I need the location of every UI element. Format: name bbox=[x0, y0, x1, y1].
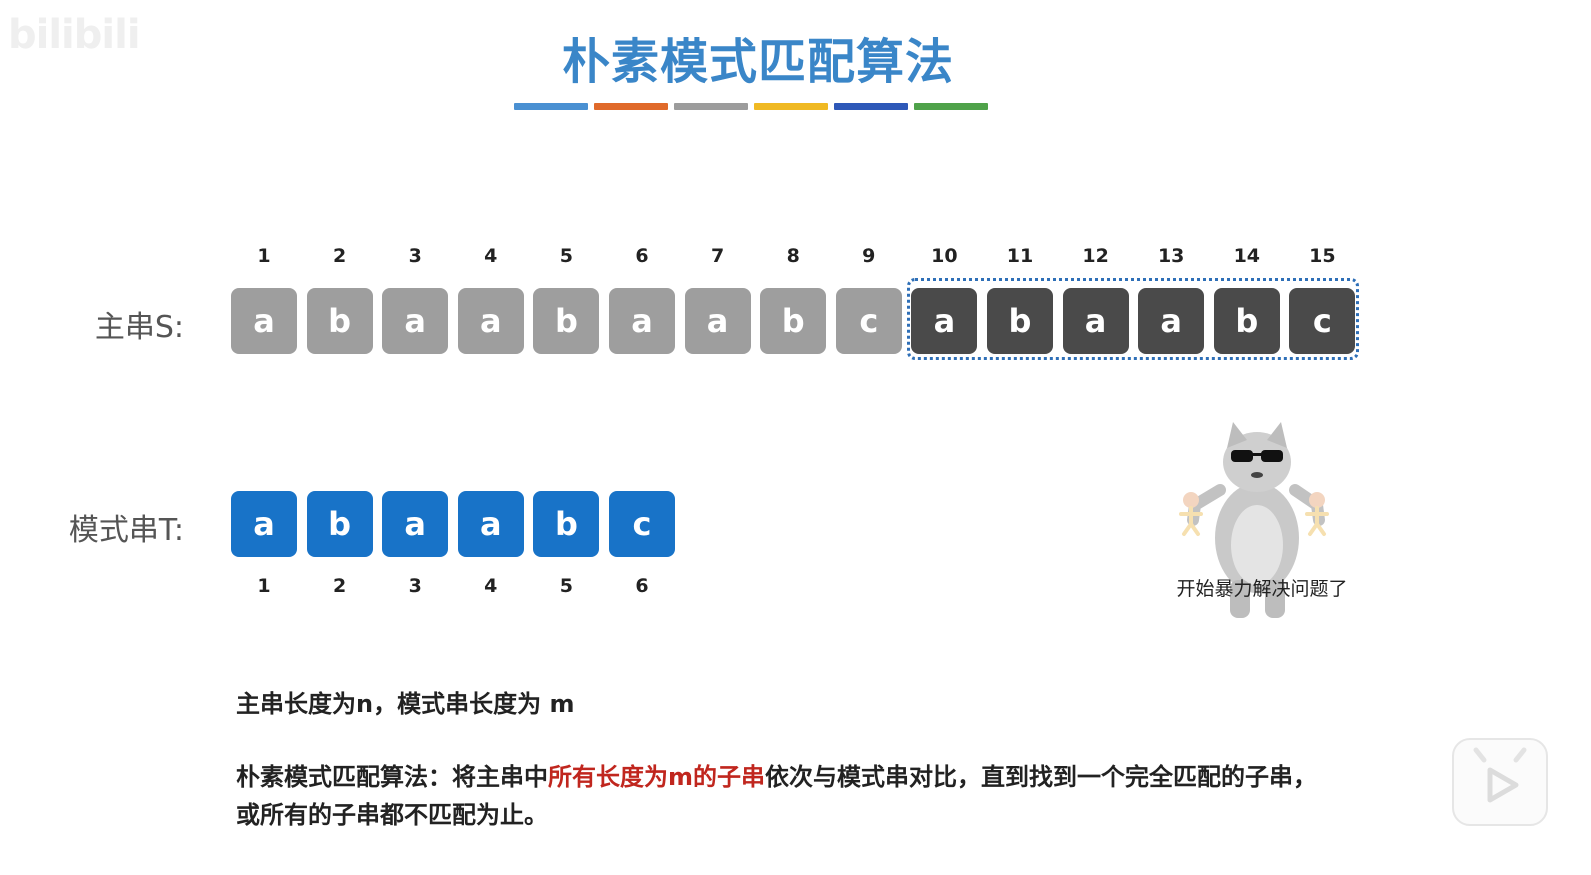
page-title: 朴素模式匹配算法 bbox=[561, 34, 954, 90]
title-color-bar bbox=[834, 103, 908, 110]
main-string-index: 9 bbox=[862, 245, 876, 267]
description-line-1: 主串长度为n，模式串长度为 m bbox=[236, 690, 575, 718]
main-string-index: 11 bbox=[1006, 245, 1034, 267]
title-color-bar bbox=[594, 103, 668, 110]
main-string-char-cell: b bbox=[1213, 288, 1280, 354]
main-string-cells: abaabaabcabaabc bbox=[231, 288, 1361, 354]
main-string-index: 10 bbox=[931, 245, 958, 267]
title-color-bar bbox=[914, 103, 988, 110]
main-string-index: 5 bbox=[559, 245, 573, 267]
title-color-bar bbox=[514, 103, 588, 110]
main-string-char-cell: a bbox=[684, 288, 751, 354]
pattern-string-index: 5 bbox=[559, 575, 573, 597]
description-line-2-part-2: 依次与模式串对比，直到找到一个完全匹配的子串， bbox=[765, 763, 1318, 791]
main-string-char-cell: a bbox=[382, 288, 449, 354]
main-string-char-cell: a bbox=[1062, 288, 1129, 354]
main-string-char-cell: c bbox=[1289, 288, 1356, 354]
title-color-bars bbox=[514, 103, 988, 110]
title-color-bar bbox=[754, 103, 828, 110]
main-string-char-cell: b bbox=[760, 288, 827, 354]
description-line-2: 朴素模式匹配算法：将主串中所有长度为m的子串依次与模式串对比，直到找到一个完全匹… bbox=[236, 757, 1451, 792]
main-string-char-cell: b bbox=[533, 288, 600, 354]
pattern-string-index: 3 bbox=[408, 575, 422, 597]
main-string-index: 1 bbox=[257, 245, 271, 267]
main-string-index: 7 bbox=[710, 245, 725, 267]
main-string-char-cell: b bbox=[306, 288, 373, 354]
main-string-char-cell: b bbox=[987, 288, 1053, 354]
main-string-char-cell: a bbox=[1138, 288, 1205, 354]
description-line-2-highlight: 所有长度为m的子串 bbox=[548, 763, 766, 791]
pattern-string-char-cell: c bbox=[609, 491, 675, 557]
main-string-index: 4 bbox=[484, 245, 498, 267]
pattern-string-index: 6 bbox=[635, 575, 649, 597]
pattern-string-char-cell: b bbox=[306, 491, 373, 557]
main-string-indices: 1 2 3 4 5 6 7 8 9 10 11 12 13 14 15 bbox=[231, 245, 1361, 267]
main-string-char-cell: a bbox=[609, 288, 675, 354]
main-string-index: 13 bbox=[1157, 245, 1185, 267]
pattern-string-label: 模式串T: bbox=[68, 513, 184, 548]
main-string-label: 主串S: bbox=[94, 310, 184, 345]
main-string-index: 14 bbox=[1233, 245, 1261, 267]
main-string-index: 12 bbox=[1082, 245, 1109, 267]
meme-caption: 开始暴力解决问题了 bbox=[1176, 578, 1348, 600]
pattern-string-cells: abaabc bbox=[231, 491, 681, 557]
main-string-char-cell: c bbox=[835, 288, 902, 354]
description-line-3: 或所有的子串都不匹配为止。 bbox=[236, 801, 548, 829]
play-icon bbox=[1473, 747, 1527, 803]
title-color-bar bbox=[674, 103, 748, 110]
main-string-index: 6 bbox=[635, 245, 649, 267]
main-string-index: 3 bbox=[408, 245, 422, 267]
pattern-string-index: 1 bbox=[257, 575, 271, 597]
video-play-button[interactable] bbox=[1452, 738, 1548, 826]
pattern-string-index: 4 bbox=[484, 575, 498, 597]
main-string-index: 8 bbox=[786, 245, 800, 267]
description-line-2-part-1: 朴素模式匹配算法：将主串中 bbox=[236, 763, 548, 791]
pattern-string-indices: 1 2 3 4 5 6 bbox=[231, 575, 681, 597]
pattern-string-char-cell: a bbox=[382, 491, 449, 557]
main-string-char-cell: a bbox=[231, 288, 297, 354]
pattern-string-char-cell: a bbox=[231, 491, 297, 557]
pattern-string-char-cell: b bbox=[533, 491, 600, 557]
main-string-char-cell: a bbox=[457, 288, 524, 354]
pattern-string-index: 2 bbox=[332, 575, 347, 597]
main-string-char-cell: a bbox=[911, 288, 978, 354]
main-string-index: 15 bbox=[1309, 245, 1336, 267]
pattern-string-char-cell: a bbox=[457, 491, 524, 557]
main-string-index: 2 bbox=[332, 245, 347, 267]
